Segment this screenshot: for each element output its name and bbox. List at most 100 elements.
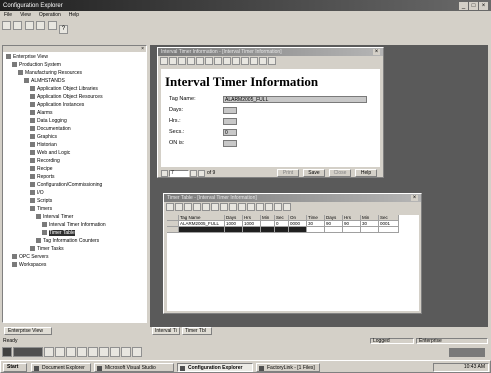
table-cell[interactable] [307, 227, 325, 233]
tbl-filter-icon[interactable] [265, 203, 273, 211]
menu-view[interactable]: View [16, 11, 35, 20]
tree-item[interactable]: Workspaces [6, 262, 46, 269]
table-close-icon[interactable]: × [411, 195, 418, 201]
tbl-next-icon[interactable] [184, 203, 192, 211]
task-visual-studio[interactable]: Microsoft Visual Studio [94, 363, 174, 372]
tbl-find-icon[interactable] [247, 203, 255, 211]
paste-icon[interactable] [232, 57, 240, 65]
tree-item[interactable]: Application Instances [6, 102, 84, 109]
help-button[interactable]: Help [355, 169, 377, 177]
launch-app-1-icon[interactable] [44, 347, 54, 357]
tree-item[interactable]: Recipe [6, 166, 53, 173]
quick-launch-icon[interactable] [2, 347, 12, 357]
print-icon[interactable] [36, 21, 46, 30]
hrs-field[interactable] [223, 118, 237, 125]
tree-item[interactable]: Interval Timer [6, 214, 73, 221]
table-cell[interactable] [179, 227, 225, 233]
tree-item[interactable]: Scripts [6, 198, 52, 205]
new-record-icon[interactable] [196, 57, 204, 65]
properties-icon[interactable] [47, 21, 57, 30]
nav-last-icon[interactable] [198, 169, 205, 177]
tbl-copy-icon[interactable] [229, 203, 237, 211]
tree-item[interactable]: Graphics [6, 134, 57, 141]
table-cell[interactable] [361, 227, 379, 233]
minimize-icon[interactable]: _ [459, 1, 468, 10]
sort-icon[interactable] [250, 57, 258, 65]
table-cell[interactable] [379, 227, 399, 233]
tree-item[interactable]: Enterprise View [6, 54, 48, 61]
task-document-explorer[interactable]: Document Explorer [31, 363, 91, 372]
tbl-print-icon[interactable] [274, 203, 282, 211]
table-cell[interactable] [275, 227, 289, 233]
help-icon[interactable]: ? [58, 25, 68, 34]
delete-record-icon[interactable] [205, 57, 213, 65]
tree-item[interactable]: Recording [6, 158, 60, 165]
tbl-delete-icon[interactable] [211, 203, 219, 211]
open-icon[interactable] [2, 21, 11, 30]
tree-item[interactable]: Timer Tasks [6, 246, 64, 253]
tree-item[interactable]: ALMHSTANDS [6, 78, 65, 85]
filter-icon[interactable] [259, 57, 267, 65]
tree-item[interactable]: Historian [6, 142, 57, 149]
launch-app-7-icon[interactable] [110, 347, 120, 357]
refresh-icon[interactable] [24, 21, 34, 30]
secs-field[interactable]: 0 [223, 129, 237, 136]
launch-app-5-icon[interactable] [88, 347, 98, 357]
record-number-input[interactable]: 7 [169, 169, 189, 177]
tbl-cut-icon[interactable] [220, 203, 228, 211]
task-factorylink[interactable]: FactoryLink - [1 Files] [256, 363, 320, 372]
table-cell[interactable] [325, 227, 343, 233]
start-button[interactable]: Start [3, 363, 27, 372]
prev-record-icon[interactable] [169, 57, 177, 65]
tree-item[interactable]: Application Object Libraries [6, 86, 98, 93]
tree-item[interactable]: Interval Timer Information [6, 222, 106, 229]
launch-app-9-icon[interactable] [132, 347, 142, 357]
tree-item[interactable]: OPC Servers [6, 254, 48, 261]
tree-item[interactable]: Application Object Resources [6, 94, 103, 101]
on-is-field[interactable] [223, 140, 237, 147]
menu-file[interactable]: File [0, 11, 16, 20]
tree-item[interactable]: Reports [6, 174, 55, 181]
tbl-new-icon[interactable] [202, 203, 210, 211]
close-button[interactable]: Close [329, 169, 351, 177]
launch-app-2-icon[interactable] [55, 347, 65, 357]
tree-item[interactable]: Tag Information Counters [6, 238, 99, 245]
tbl-first-icon[interactable] [166, 203, 174, 211]
menu-operation[interactable]: Operation [35, 11, 65, 20]
tree-item[interactable]: Data Logging [6, 118, 67, 125]
close-icon[interactable]: × [479, 1, 488, 10]
find-icon[interactable] [241, 57, 249, 65]
tbl-help-icon[interactable] [283, 203, 291, 211]
last-record-icon[interactable] [187, 57, 195, 65]
tree-item[interactable]: Timers [6, 206, 52, 213]
tree-item[interactable]: Documentation [6, 126, 71, 133]
save-button[interactable]: Save [303, 169, 325, 177]
tree-item[interactable]: I/O [6, 190, 44, 197]
next-record-icon[interactable] [178, 57, 186, 65]
tree-item[interactable]: Manufacturing Resources [6, 70, 82, 77]
tbl-last-icon[interactable] [193, 203, 201, 211]
tree-item[interactable]: Timer Table [6, 230, 75, 237]
menu-help[interactable]: Help [65, 11, 83, 20]
view-icon[interactable] [13, 21, 23, 30]
print-button[interactable]: Print [277, 169, 299, 177]
copy-icon[interactable] [223, 57, 231, 65]
nav-next-icon[interactable] [190, 169, 197, 177]
tbl-sort-icon[interactable] [256, 203, 264, 211]
launch-app-6-icon[interactable] [99, 347, 109, 357]
days-field[interactable] [223, 107, 237, 114]
tab-interval-timer[interactable]: Interval Ti [152, 327, 180, 335]
tree-item[interactable]: Configuration/Commissioning [6, 182, 102, 189]
nav-prev-icon[interactable] [161, 169, 168, 177]
launch-app-8-icon[interactable] [121, 347, 131, 357]
form-close-icon[interactable]: × [373, 49, 380, 55]
tab-enterprise-view[interactable]: Enterprise View [4, 327, 52, 335]
tree-item[interactable]: Web and Logic [6, 150, 70, 157]
tbl-paste-icon[interactable] [238, 203, 246, 211]
tbl-prev-icon[interactable] [175, 203, 183, 211]
table-cell[interactable] [261, 227, 275, 233]
form-help-icon[interactable] [268, 57, 276, 65]
task-configuration-explorer[interactable]: Configuration Explorer [177, 363, 253, 372]
table-cell[interactable] [289, 227, 307, 233]
panel-close-icon[interactable]: × [141, 46, 144, 52]
